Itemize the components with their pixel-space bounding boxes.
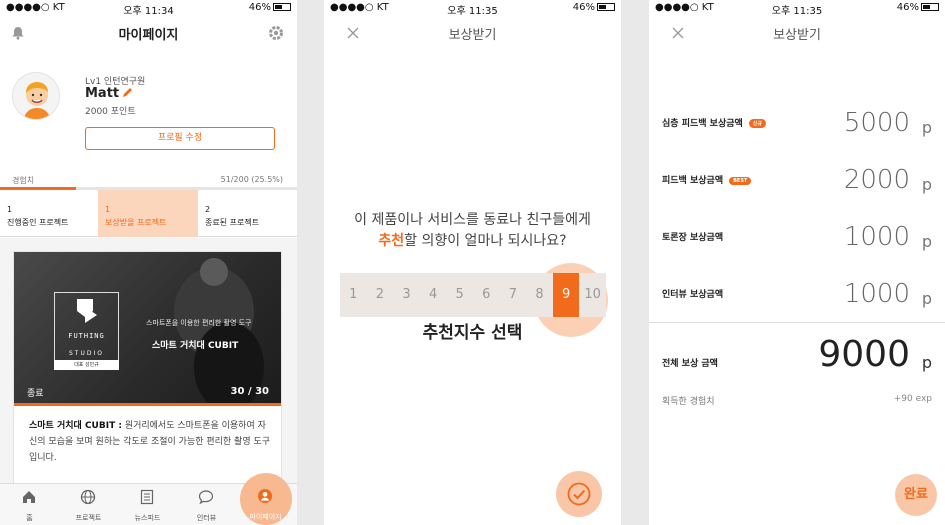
scale-option[interactable]: 4 bbox=[420, 273, 447, 317]
tab-finished[interactable]: 2 종료된 프로젝트 bbox=[198, 190, 297, 237]
user-name: Matt bbox=[85, 86, 120, 101]
home-icon bbox=[23, 491, 35, 503]
reward-label: 토론장 보상금액 bbox=[662, 233, 724, 243]
reward-amount: 1000 bbox=[843, 279, 910, 309]
avatar bbox=[12, 72, 60, 120]
battery: 46% bbox=[573, 2, 615, 13]
page-title: 보상받기 bbox=[448, 28, 497, 43]
tab-home[interactable]: 홈 bbox=[0, 484, 59, 525]
reward-label: 피드백 보상금액 BEST bbox=[662, 173, 752, 186]
status-bar: ●●●●○ KT 오후 11:35 46% bbox=[324, 0, 621, 18]
reward-unit: p bbox=[921, 232, 932, 251]
reward-row-interview: 인터뷰 보상금액 1000 p bbox=[649, 279, 945, 309]
scale-option[interactable]: 2 bbox=[367, 273, 394, 317]
reward-amount: 2000 bbox=[843, 165, 910, 195]
tab-in-progress[interactable]: 1 진행중인 프로젝트 bbox=[0, 190, 98, 237]
scale-option[interactable]: 3 bbox=[393, 273, 420, 317]
mypage-screen: ●●●●○ KT 오후 11:34 46% 마이페이지 Lv1 인턴연구원 Ma… bbox=[0, 0, 297, 525]
tab-interview[interactable]: 인터뷰 bbox=[177, 484, 236, 525]
card-image-subtitle: 스마트폰을 이용한 편리한 촬영 도구 bbox=[146, 319, 252, 327]
recommend-question: 이 제품이나 서비스를 동료나 친구들에게 추천할 의향이 얼마나 되시나요? bbox=[354, 212, 591, 249]
news-icon bbox=[140, 489, 154, 505]
page-title: 보상받기 bbox=[773, 28, 821, 43]
nps-scale: 1 2 3 4 5 6 7 8 9 10 bbox=[340, 273, 606, 317]
done-button[interactable]: 완료 bbox=[895, 474, 937, 516]
user-points: 2000 포인트 bbox=[85, 107, 136, 117]
battery: 46% bbox=[249, 2, 291, 13]
scale-option[interactable]: 7 bbox=[500, 273, 527, 317]
scale-option[interactable]: 8 bbox=[526, 273, 553, 317]
card-description: 스마트 거치대 CUBIT : 원거리에서도 스마트폰을 이용하여 자신의 모습… bbox=[29, 421, 271, 463]
status-badge: 종료 bbox=[27, 389, 44, 399]
confirm-check-button[interactable] bbox=[567, 482, 591, 506]
globe-icon bbox=[80, 489, 96, 505]
status-bar: ●●●●○ KT 오후 11:35 46% bbox=[649, 0, 945, 18]
reward-unit: p bbox=[921, 175, 932, 194]
logo-sub: STUDIO bbox=[69, 350, 104, 357]
reward-row-deep-feedback: 심층 피드백 보상금액 신규 5000 p bbox=[649, 108, 945, 138]
xp-count: 51/200 (25.5%) bbox=[220, 175, 283, 184]
project-tabs: 1 진행중인 프로젝트 1 보상받을 프로젝트 2 종료된 프로젝트 bbox=[0, 190, 297, 237]
chat-icon bbox=[198, 490, 214, 505]
battery: 46% bbox=[897, 2, 939, 13]
reward-label: 심층 피드백 보상금액 신규 bbox=[662, 116, 766, 129]
scale-caption: 추천지수 선택 bbox=[422, 323, 523, 343]
xp-label: 경험치 bbox=[12, 176, 35, 185]
logo-text: FUTHING bbox=[68, 332, 105, 340]
scale-option[interactable]: 6 bbox=[473, 273, 500, 317]
tab-projects[interactable]: 프로젝트 bbox=[59, 484, 118, 525]
card-accent-bar bbox=[14, 403, 281, 406]
scale-option[interactable]: 9 bbox=[552, 273, 580, 317]
edit-profile-button[interactable]: 프로필 수정 bbox=[85, 127, 275, 150]
tab-mypage[interactable]: 마이페이지 bbox=[236, 483, 295, 525]
reward-row-feedback: 피드백 보상금액 BEST 2000 p bbox=[649, 165, 945, 195]
total-label: 전체 보상 금액 bbox=[662, 359, 718, 369]
project-image: FUTHING STUDIO 대표 성민규 스마트폰을 이용한 편리한 촬영 도… bbox=[14, 252, 281, 405]
total-unit: p bbox=[921, 353, 932, 372]
reward-nps-screen: ●●●●○ KT 오후 11:35 46% 보상받기 이 제품이나 서비스를 동… bbox=[324, 0, 621, 525]
participant-count: 30 / 30 bbox=[230, 386, 269, 397]
tab-newsfeed[interactable]: 뉴스피드 bbox=[118, 484, 177, 525]
reward-unit: p bbox=[921, 289, 932, 308]
status-bar: ●●●●○ KT 오후 11:34 46% bbox=[0, 0, 297, 18]
reward-summary-screen: ●●●●○ KT 오후 11:35 46% 보상받기 심층 피드백 보상금액 신규… bbox=[649, 0, 945, 525]
navbar: 마이페이지 bbox=[0, 18, 297, 48]
navbar: 보상받기 bbox=[324, 18, 621, 48]
ceo-label: 대표 성민규 bbox=[54, 360, 119, 370]
reward-label: 인터뷰 보상금액 bbox=[662, 290, 724, 300]
new-badge: 신규 bbox=[748, 119, 766, 128]
exp-label: 획득한 경험치 bbox=[662, 397, 715, 407]
exp-value: +90 exp bbox=[893, 394, 932, 404]
best-badge: BEST bbox=[729, 177, 752, 185]
reward-row-discussion: 토론장 보상금액 1000 p bbox=[649, 222, 945, 252]
project-card[interactable]: FUTHING STUDIO 대표 성민규 스마트폰을 이용한 편리한 촬영 도… bbox=[13, 251, 282, 491]
scale-option[interactable]: 5 bbox=[446, 273, 473, 317]
user-icon bbox=[258, 489, 272, 503]
pencil-icon[interactable] bbox=[121, 87, 133, 99]
scale-option[interactable]: 10 bbox=[579, 273, 606, 317]
total-amount: 9000 bbox=[818, 334, 910, 375]
card-image-title: 스마트 거치대 CUBIT bbox=[152, 341, 239, 351]
divider bbox=[649, 322, 945, 323]
navbar: 보상받기 bbox=[649, 18, 945, 48]
reward-amount: 1000 bbox=[843, 222, 910, 252]
tab-reward-pending[interactable]: 1 보상받을 프로젝트 bbox=[98, 190, 198, 237]
page-title: 마이페이지 bbox=[118, 28, 179, 43]
reward-unit: p bbox=[921, 118, 932, 137]
gear-icon[interactable] bbox=[267, 24, 285, 42]
reward-amount: 5000 bbox=[843, 108, 910, 138]
scale-option[interactable]: 1 bbox=[340, 273, 367, 317]
